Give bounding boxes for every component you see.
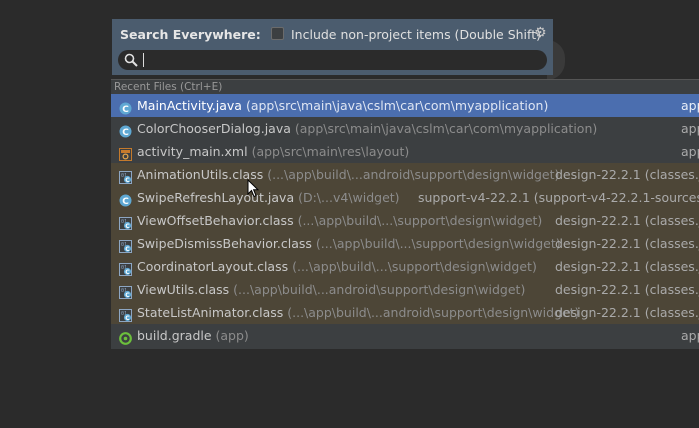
file-path: (...\app\build\...android\support\design… xyxy=(287,305,580,320)
search-input[interactable] xyxy=(140,52,535,68)
search-everywhere-header: Search Everywhere: Include non-project i… xyxy=(112,19,553,75)
file-name: SwipeRefreshLayout.java (D:\...v4\widget… xyxy=(137,190,400,205)
compiled-class-icon: 01 C xyxy=(119,168,132,184)
svg-text:C: C xyxy=(122,128,129,138)
file-path: (D:\...v4\widget) xyxy=(298,190,400,205)
result-row[interactable]: C ColorChooserDialog.java (app\src\main\j… xyxy=(111,117,699,140)
result-row[interactable]: activity_main.xml (app\src\main\res\layo… xyxy=(111,140,699,163)
module-name: design-22.2.1 (classes.jar) xyxy=(555,167,699,182)
file-path: (...\app\build\...\support\design\widget… xyxy=(315,236,561,251)
file-name: ColorChooserDialog.java (app\src\main\ja… xyxy=(137,121,598,136)
svg-text:C: C xyxy=(125,223,130,230)
svg-text:C: C xyxy=(125,315,130,322)
result-row[interactable]: C SwipeRefreshLayout.java (D:\...v4\widge… xyxy=(111,186,699,209)
result-row[interactable]: 01 C ViewOffsetBehavior.class (...\app\bui… xyxy=(111,209,699,232)
search-everywhere-title: Search Everywhere: xyxy=(120,27,261,42)
module-name: app xyxy=(681,121,699,136)
svg-text:C: C xyxy=(122,105,129,115)
text-caret xyxy=(143,53,144,67)
search-icon xyxy=(124,53,138,67)
file-path: (app\src\main\java\cslm\car\com\myapplic… xyxy=(245,98,549,113)
compiled-class-icon: 01 C xyxy=(119,306,132,322)
svg-text:C: C xyxy=(125,177,130,184)
gradle-icon xyxy=(119,329,132,345)
file-name: build.gradle (app) xyxy=(137,328,249,343)
file-path: (...\app\build\...\support\design\widget… xyxy=(292,259,537,274)
file-name: AnimationUtils.class (...\app\build\...a… xyxy=(137,167,560,182)
module-name: app xyxy=(681,144,699,159)
gear-icon[interactable]: ⚙ xyxy=(534,25,547,41)
mouse-pointer-icon xyxy=(247,179,259,198)
svg-text:C: C xyxy=(125,246,130,253)
module-name: support-v4-22.2.1 (support-v4-22.2.1-sou… xyxy=(418,190,699,205)
recent-files-section-header: Recent Files (Ctrl+E) xyxy=(111,79,699,94)
file-name: ViewUtils.class (...\app\build\...androi… xyxy=(137,282,526,297)
module-name: app xyxy=(681,98,699,113)
result-row[interactable]: 01 C AnimationUtils.class (...\app\build\.… xyxy=(111,163,699,186)
module-name: design-22.2.1 (classes.jar) xyxy=(555,213,699,228)
file-name: activity_main.xml (app\src\main\res\layo… xyxy=(137,144,410,159)
compiled-class-icon: 01 C xyxy=(119,283,132,299)
module-name: design-22.2.1 (classes.jar) xyxy=(555,305,699,320)
java-class-icon: C xyxy=(119,191,132,207)
module-name: design-22.2.1 (classes.jar) xyxy=(555,236,699,251)
file-path: (...\app\build\...\support\design\widget… xyxy=(297,213,543,228)
svg-text:C: C xyxy=(125,269,130,276)
result-row[interactable]: 01 C ViewUtils.class (...\app\build\...and… xyxy=(111,278,699,301)
module-name: design-22.2.1 (classes.jar) xyxy=(555,282,699,297)
include-non-project-checkbox[interactable] xyxy=(271,27,284,40)
result-row[interactable]: 01 C StateListAnimator.class (...\app\buil… xyxy=(111,301,699,324)
file-name: SwipeDismissBehavior.class (...\app\buil… xyxy=(137,236,561,251)
file-name: ViewOffsetBehavior.class (...\app\build\… xyxy=(137,213,543,228)
file-path: (...\app\build\...android\support\design… xyxy=(267,167,560,182)
result-row[interactable]: build.gradle (app) app xyxy=(111,324,699,347)
layout-file-icon xyxy=(119,145,132,161)
svg-text:C: C xyxy=(122,197,129,207)
file-name: StateListAnimator.class (...\app\build\.… xyxy=(137,305,580,320)
module-name: design-22.2.1 (classes.jar) xyxy=(555,259,699,274)
result-row[interactable]: 01 C CoordinatorLayout.class (...\app\buil… xyxy=(111,255,699,278)
file-name: MainActivity.java (app\src\main\java\csl… xyxy=(137,98,549,113)
compiled-class-icon: 01 C xyxy=(119,260,132,276)
search-field[interactable] xyxy=(118,50,547,70)
include-non-project-label[interactable]: Include non-project items (Double Shift) xyxy=(291,27,541,42)
file-path: (app) xyxy=(215,328,249,343)
module-name: app xyxy=(681,328,699,343)
java-class-icon: C xyxy=(119,122,132,138)
file-path: (app\src\main\res\layout) xyxy=(251,144,410,159)
java-class-icon: C xyxy=(119,99,132,115)
file-name: CoordinatorLayout.class (...\app\build\.… xyxy=(137,259,537,274)
compiled-class-icon: 01 C xyxy=(119,237,132,253)
results-list: Recent Files (Ctrl+E) C MainActivity.java… xyxy=(111,79,699,349)
file-path: (app\src\main\java\cslm\car\com\myapplic… xyxy=(294,121,598,136)
result-row[interactable]: C MainActivity.java (app\src\main\java\cs… xyxy=(111,94,699,117)
file-path: (...\app\build\...android\support\design… xyxy=(233,282,526,297)
compiled-class-icon: 01 C xyxy=(119,214,132,230)
svg-text:C: C xyxy=(125,292,130,299)
result-row[interactable]: 01 C SwipeDismissBehavior.class (...\app\b… xyxy=(111,232,699,255)
